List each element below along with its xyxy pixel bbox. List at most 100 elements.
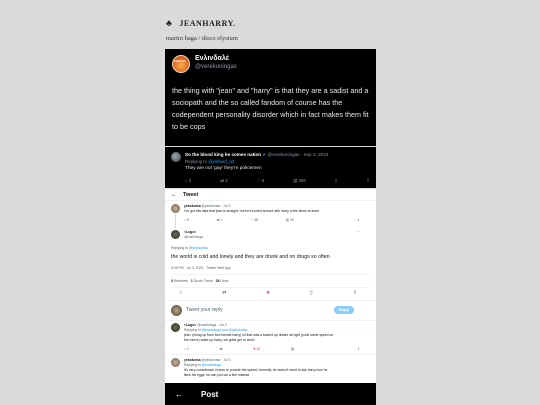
- bookmark-action[interactable]: ▯: [335, 178, 337, 184]
- user-handle[interactable]: @marlinluga: [184, 235, 203, 239]
- tweet-timestamp[interactable]: 5:05 PM · Jul 3, 2023 · Twitter Web App: [171, 266, 231, 270]
- retweet-action[interactable]: ⇄ 2: [220, 178, 227, 184]
- retweet-count: 2: [225, 178, 228, 183]
- avatar[interactable]: HANLAEG: [172, 55, 190, 73]
- tweet-text-line-2: likes his eggs, he can just cut a line i…: [184, 372, 250, 377]
- tweet-text: They are not 'gay' they're policemen: [185, 166, 262, 171]
- reply-icon[interactable]: ○: [179, 290, 182, 296]
- heart-icon: ♡: [250, 218, 254, 222]
- views-icon: ▥: [293, 178, 298, 183]
- views-icon: ▥: [290, 347, 294, 351]
- divider: [171, 287, 370, 288]
- post-navbar: ← Post: [165, 383, 376, 405]
- replying-to: Replying to @marlinluga and @yekokotsa: [184, 328, 247, 332]
- divider: [165, 354, 376, 355]
- blog-title[interactable]: ♣ JEANHARRY.: [166, 18, 236, 28]
- verified-badge-icon: ✔: [262, 152, 267, 157]
- thread-title: Tweet: [183, 192, 199, 198]
- replying-to-prefix: Replying to: [184, 363, 202, 367]
- replying-to-prefix: Replying to: [184, 328, 202, 332]
- retweet-icon[interactable]: ⇄: [222, 290, 226, 296]
- reply-input[interactable]: Tweet your reply: [186, 307, 223, 313]
- reply-action[interactable]: ○ 1: [184, 347, 189, 351]
- heart-icon: ♥: [253, 347, 256, 351]
- heart-icon[interactable]: ♥: [267, 290, 270, 296]
- avatar[interactable]: [171, 305, 182, 316]
- replying-to: Replying to @marlinluga: [184, 363, 221, 367]
- quote-tweet-card: HANLAEG Ενλινδαλέ @verekuningas the thin…: [165, 49, 376, 146]
- views-count: 280: [298, 178, 306, 183]
- avatar-label: HANLAEG: [174, 60, 186, 63]
- display-name[interactable]: yekokotsa: [184, 204, 201, 208]
- reply-tweet-card: So the blood king he comes nation ✔ @ver…: [165, 147, 376, 188]
- display-name[interactable]: Ενλινδαλέ: [195, 55, 229, 62]
- like-action[interactable]: ♥ 10: [253, 347, 260, 351]
- like-action[interactable]: ♡ 6: [257, 178, 265, 184]
- retweet-action[interactable]: ⇄ 1: [217, 218, 223, 222]
- replying-to-link[interactable]: @marlinluga and @yekokotsa: [202, 328, 247, 332]
- avatar[interactable]: [171, 152, 181, 162]
- avatar[interactable]: [171, 323, 180, 332]
- replying-to-prefix: Replying to: [185, 159, 209, 164]
- display-name[interactable]: So the blood king he comes nation: [185, 152, 261, 157]
- share-action[interactable]: ⇪: [366, 178, 370, 184]
- replying-to-link[interactable]: @marlinluga: [202, 363, 221, 367]
- share-action[interactable]: ⇪: [357, 347, 367, 351]
- avatar[interactable]: [171, 204, 180, 213]
- tweet-header: yekokotsa @yekokotsa · Jul 3: [184, 204, 230, 208]
- views-action[interactable]: ▥ 2K: [286, 218, 294, 222]
- tweet-header: yekokotsa @yekokotsa · Jul 3: [184, 358, 230, 362]
- avatar[interactable]: [171, 358, 180, 367]
- like-count: 10: [256, 347, 260, 351]
- retweet-action[interactable]: ⇄: [220, 347, 223, 351]
- thread-line: [175, 214, 176, 228]
- share-icon: ⇪: [357, 218, 360, 222]
- display-name[interactable]: <Lugo>: [184, 230, 196, 234]
- reply-action[interactable]: ○ 8: [184, 218, 189, 222]
- likes-stat[interactable]: 28 Likes: [216, 279, 229, 283]
- avatar[interactable]: [171, 230, 180, 239]
- like-action[interactable]: ♡ 38: [250, 218, 258, 222]
- divider: [165, 300, 376, 301]
- post-tags[interactable]: martin haga / disco elysium: [166, 35, 238, 42]
- share-icon: ⇪: [357, 347, 360, 351]
- display-name[interactable]: <Lugo>: [184, 323, 196, 327]
- tweet-actions: ○ 1 ⇄ ♥ 10 ▥: [184, 347, 294, 351]
- share-icon[interactable]: ⇪: [353, 290, 357, 296]
- reply-button[interactable]: Reply: [334, 306, 354, 314]
- tweet-header: <Lugo> @marlinluga · Jul 3: [184, 323, 226, 327]
- reply-count: 1: [187, 347, 189, 351]
- replying-to: Replying to @yekokotsa: [171, 246, 208, 250]
- main-tweet-actions: ○ ⇄ ♥ ▯ ⇪: [173, 290, 363, 296]
- back-arrow-icon[interactable]: ←: [171, 192, 177, 198]
- tweet-text-line-2: the mirror) wake up harry, we gotta get …: [184, 337, 255, 342]
- views-icon: ▥: [285, 218, 289, 222]
- retweet-count: 1: [220, 218, 223, 222]
- replying-to-link[interactable]: @yekokotsa: [189, 246, 208, 250]
- reply-action[interactable]: ○ 2: [185, 178, 191, 184]
- handle-and-date: @verekuningas · Sep 2, 2024: [267, 152, 329, 157]
- like-count: 6: [261, 178, 265, 183]
- views-action[interactable]: ▥ 280: [293, 178, 306, 184]
- like-count: 38: [254, 218, 258, 222]
- divider: [165, 200, 376, 201]
- share-action[interactable]: ⇪: [357, 218, 367, 222]
- bookmark-icon[interactable]: ▯: [310, 290, 313, 296]
- more-options-icon[interactable]: ···: [357, 230, 367, 234]
- retweet-icon: ⇄: [220, 178, 224, 183]
- handle-and-date: @marlinluga · Jul 3: [197, 323, 227, 327]
- display-name[interactable]: yekokotsa: [184, 358, 201, 362]
- tweet-text: I've got this idea that jean is straight…: [184, 209, 319, 213]
- replying-to-link[interactable]: @jimbeef_art: [208, 159, 234, 164]
- tweet-actions: ○ 8 ⇄ 1 ♡ 38 ▥ 2K: [184, 218, 294, 222]
- handle-and-date: @yekokotsa · Jul 3: [201, 204, 231, 208]
- divider: [171, 274, 370, 275]
- main-tweet-text: the world is cold and lonely and they ar…: [171, 254, 330, 260]
- quotes-stat[interactable]: 1 Quote Tweet: [191, 279, 213, 283]
- views-action[interactable]: ▥: [291, 347, 294, 351]
- user-handle[interactable]: @verekuningas: [195, 64, 237, 70]
- back-arrow-icon[interactable]: ←: [175, 390, 183, 399]
- heart-icon: ♡: [256, 178, 261, 183]
- views-count: 2K: [289, 218, 294, 222]
- retweets-stat[interactable]: 3 Retweets: [171, 279, 188, 283]
